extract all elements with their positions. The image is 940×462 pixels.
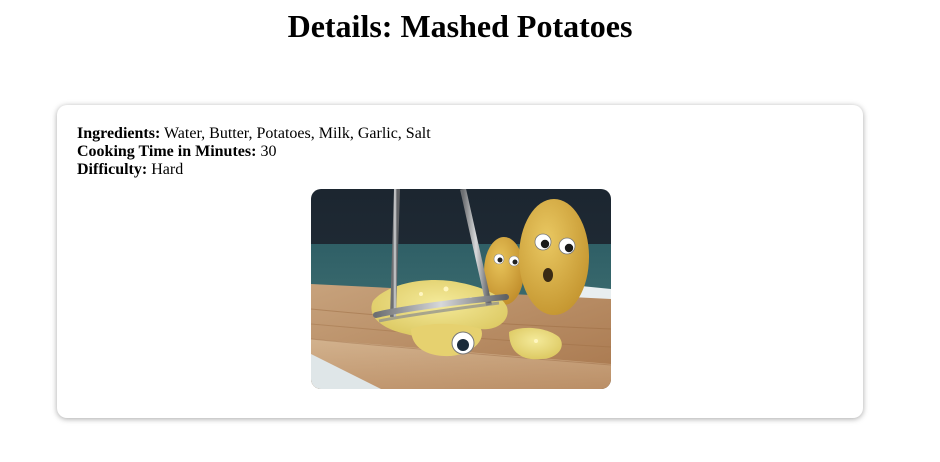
ingredients-value: Water, Butter, Potatoes, Milk, Garlic, S… [163, 125, 431, 142]
ingredients-row: Ingredients: Water, Butter, Potatoes, Mi… [77, 125, 431, 143]
difficulty-row: Difficulty: Hard [77, 161, 431, 179]
recipe-photo [311, 189, 611, 389]
recipe-details: Ingredients: Water, Butter, Potatoes, Mi… [77, 125, 431, 179]
difficulty-label: Difficulty: [77, 161, 148, 178]
difficulty-value: Hard [151, 161, 184, 178]
recipe-photo-illustration [311, 189, 611, 389]
cooking-time-row: Cooking Time in Minutes: 30 [77, 143, 431, 161]
page-title: Details: Mashed Potatoes [287, 8, 633, 44]
ingredients-label: Ingredients: [77, 125, 161, 142]
cooking-time-value: 30 [260, 143, 277, 160]
cooking-time-label: Cooking Time in Minutes: [77, 143, 257, 160]
recipe-details-card: Ingredients: Water, Butter, Potatoes, Mi… [57, 105, 863, 418]
